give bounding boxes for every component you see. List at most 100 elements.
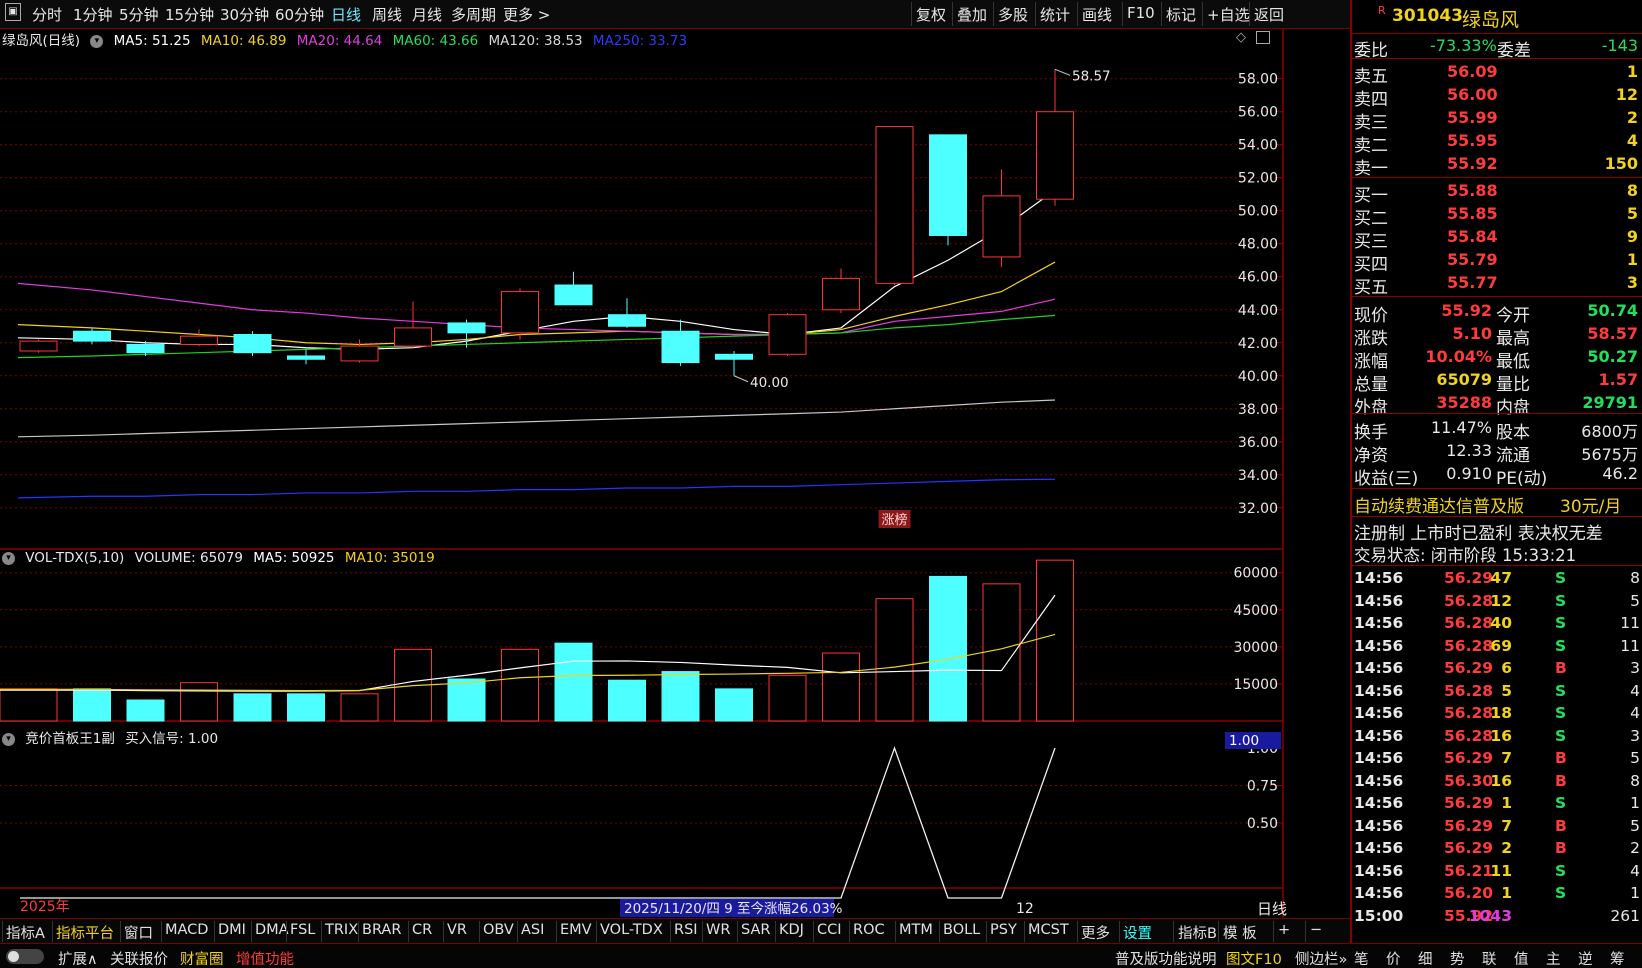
right-tab-7[interactable]: 逆 [1578, 948, 1593, 968]
sidebar-button[interactable]: 侧边栏» [1295, 948, 1347, 968]
tick-time: 14:56 [1354, 614, 1404, 632]
period-tab-2[interactable]: 5分钟 [119, 4, 159, 25]
period-tab-5[interactable]: 60分钟 [275, 4, 324, 25]
tool-button-7[interactable]: +自选 [1207, 4, 1250, 25]
indicator-tab-21[interactable]: MTM [899, 922, 933, 938]
indicator-tab-23[interactable]: PSY [990, 922, 1017, 938]
indicator-tab-6[interactable]: FSL [290, 922, 315, 938]
indicator-tab-5[interactable]: DMA [255, 922, 289, 938]
right-tab-0[interactable]: 笔 [1354, 948, 1369, 968]
volume-bar [608, 679, 646, 722]
indicator-tab-11[interactable]: OBV [483, 922, 514, 938]
tick-price: 56.29 [1444, 749, 1494, 767]
period-tab-9[interactable]: 多周期 [451, 4, 496, 25]
right-tab-6[interactable]: 主 [1546, 948, 1561, 968]
right-tab-1[interactable]: 价 [1386, 948, 1401, 968]
ask-volume: 150 [1604, 154, 1638, 173]
tool-button-1[interactable]: 叠加 [957, 4, 987, 25]
ask-price: 55.99 [1447, 108, 1498, 127]
indicator-tab-20[interactable]: ROC [853, 922, 885, 938]
indicator-right-tab-0[interactable]: 指标B [1178, 922, 1217, 943]
indicator-tab-12[interactable]: ASI [521, 922, 544, 938]
period-tab-8[interactable]: 月线 [412, 4, 442, 25]
kline-chart-area[interactable]: 58.00 56.00 54.00 52.00 50.00 48.00 46.00 44.00… [0, 29, 1290, 918]
tool-button-6[interactable]: 标记 [1166, 4, 1196, 25]
period-tab-1[interactable]: 1分钟 [73, 4, 113, 25]
right-tab-5[interactable]: 值 [1514, 948, 1529, 968]
indicator-tab-1[interactable]: 指标平台 [56, 922, 114, 943]
indicator-tab-26[interactable]: 设置 [1123, 922, 1152, 943]
right-tab-4[interactable]: 联 [1482, 948, 1497, 968]
panel-toggle-icon[interactable] [1256, 31, 1270, 44]
indicator-tab-8[interactable]: BRAR [362, 922, 401, 938]
period-tab-7[interactable]: 周线 [372, 4, 402, 25]
period-tab-0[interactable]: 分时 [32, 4, 62, 25]
indicator-right-tab-1[interactable]: 模 板 [1223, 922, 1257, 943]
indicator-tab-14[interactable]: VOL-TDX [600, 922, 663, 938]
indicator-right-tab-3[interactable]: − [1310, 922, 1322, 938]
indicator-tab-25[interactable]: 更多 [1081, 922, 1110, 943]
indicator-tab-7[interactable]: TRIX [325, 922, 358, 938]
candle [661, 330, 700, 364]
tool-button-2[interactable]: 多股 [998, 4, 1028, 25]
vol-ma10: MA10: 35019 [344, 550, 435, 566]
stat-value: 50.27 [1587, 347, 1638, 366]
promo-text[interactable]: 自动续费通达信普及版 [1354, 492, 1524, 517]
promo-price[interactable]: 30元/月 [1560, 492, 1621, 517]
tick-row: 14:56 56.28 16 S 3 [1352, 726, 1642, 749]
collapse-icon[interactable]: ▾ [2, 732, 15, 746]
volume-bar [875, 598, 914, 722]
indicator-tab-0[interactable]: 指标A [6, 922, 45, 943]
right-tab-2[interactable]: 细 [1418, 948, 1433, 968]
indicator-tab-3[interactable]: MACD [165, 922, 208, 938]
period-tab-4[interactable]: 30分钟 [220, 4, 269, 25]
indicator-right-tab-2[interactable]: + [1278, 922, 1290, 938]
right-tab-8[interactable]: 筹 [1610, 948, 1625, 968]
indicator-tab-22[interactable]: BOLL [943, 922, 980, 938]
tool-button-4[interactable]: 画线 [1082, 4, 1112, 25]
volume-bar [340, 693, 379, 722]
ma10-label: MA10: 46.89 [200, 33, 287, 49]
tool-button-5[interactable]: F10 [1127, 4, 1155, 22]
tool-button-3[interactable]: 统计 [1040, 4, 1070, 25]
vol-tick-label: 30000 [1233, 640, 1278, 656]
tick-volume: 18 [1490, 704, 1512, 722]
diamond-icon[interactable]: ◇ [1236, 30, 1246, 45]
tool-button-8[interactable]: 返回 [1254, 4, 1284, 25]
value-added-button[interactable]: 增值功能 [236, 948, 294, 968]
promo-row[interactable]: 自动续费通达信普及版 30元/月 [1352, 491, 1642, 517]
ma5-label: MA5: 51.25 [113, 33, 191, 49]
ask-volume: 1 [1626, 62, 1638, 81]
related-quote-button[interactable]: 关联报价 [110, 948, 168, 968]
indicator-tab-9[interactable]: CR [412, 922, 432, 938]
period-tab-10[interactable]: 更多 > [503, 4, 550, 25]
f10-button[interactable]: 图文F10 [1226, 948, 1282, 968]
right-tab-3[interactable]: 势 [1450, 948, 1465, 968]
collapse-icon[interactable]: ▾ [90, 34, 104, 48]
collapse-icon[interactable]: ▾ [2, 551, 15, 565]
indicator-tab-16[interactable]: WR [706, 922, 730, 938]
indicator-tab-19[interactable]: CCI [817, 922, 842, 938]
indicator-tab-17[interactable]: SAR [741, 922, 770, 938]
price-tick-label: 32.00 [1238, 501, 1278, 517]
expand-button[interactable]: 扩展∧ [58, 948, 98, 968]
tool-button-0[interactable]: 复权 [916, 4, 946, 25]
indicator-tab-24[interactable]: MCST [1028, 922, 1069, 938]
tick-row: 14:56 56.20 1 S 1 [1352, 883, 1642, 906]
period-tab-6[interactable]: 日线 [331, 4, 361, 25]
indicator-tab-15[interactable]: RSI [674, 922, 698, 938]
indicator-tab-10[interactable]: VR [447, 922, 467, 938]
price-tick-label: 50.00 [1238, 204, 1278, 220]
indicator-tab-18[interactable]: KDJ [779, 922, 804, 938]
wealth-circle-button[interactable]: 财富圈 [180, 948, 224, 968]
toggle-switch[interactable] [6, 949, 44, 964]
menu-icon[interactable]: ▣ [5, 3, 21, 21]
tick-count: 1 [1630, 794, 1640, 812]
indicator-tab-4[interactable]: DMI [218, 922, 246, 938]
price-tick-label: 54.00 [1238, 138, 1278, 154]
edition-note-button[interactable]: 普及版功能说明 [1115, 948, 1217, 968]
indicator-tab-13[interactable]: EMV [560, 922, 592, 938]
period-tab-3[interactable]: 15分钟 [165, 4, 214, 25]
ask-price: 55.92 [1447, 154, 1498, 173]
indicator-tab-2[interactable]: 窗口 [124, 922, 153, 943]
